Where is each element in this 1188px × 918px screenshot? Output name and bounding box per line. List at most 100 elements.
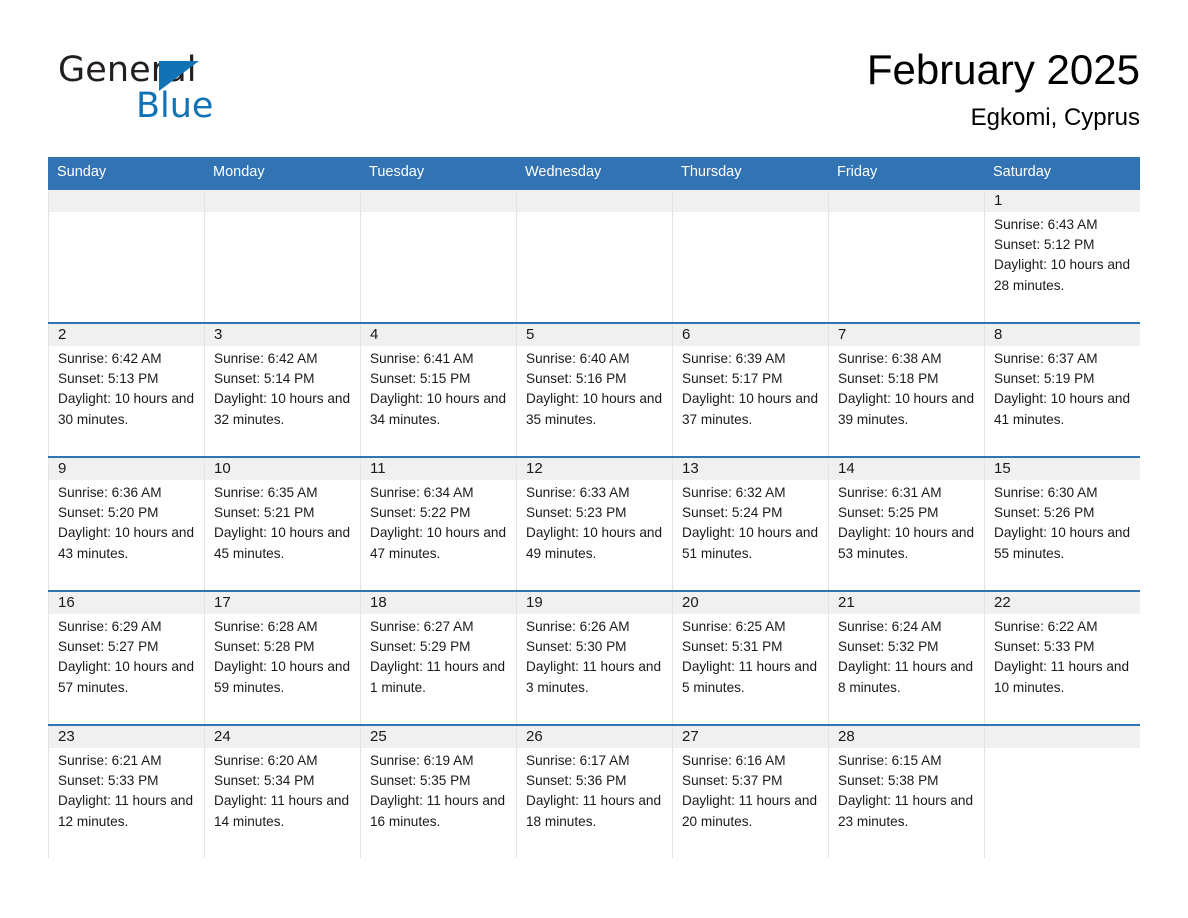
sunset-text: Sunset: 5:22 PM [370,505,471,521]
day-cell-empty [204,190,360,322]
day-details: Sunrise: 6:39 AM Sunset: 5:17 PM Daylight:… [682,349,820,430]
sunset-text: Sunset: 5:15 PM [370,371,471,387]
day-details: Sunrise: 6:25 AM Sunset: 5:31 PM Daylight:… [682,617,820,698]
sunset-text: Sunset: 5:36 PM [526,773,627,789]
daylight-text: Daylight: 11 hours and 16 minutes. [370,793,506,829]
sunrise-text: Sunrise: 6:42 AM [58,351,162,366]
daylight-text: Daylight: 10 hours and 43 minutes. [58,525,195,561]
day-details: Sunrise: 6:16 AM Sunset: 5:37 PM Daylight:… [682,751,820,832]
day-details: Sunrise: 6:22 AM Sunset: 5:33 PM Daylight:… [994,617,1132,698]
calendar-week-row: 16 Sunrise: 6:29 AM Sunset: 5:27 PM Dayligh… [48,590,1140,724]
day-number: 26 [526,728,543,745]
sunset-text: Sunset: 5:34 PM [214,773,315,789]
daylight-text: Daylight: 10 hours and 28 minutes. [994,257,1131,293]
day-cell[interactable]: 14 Sunrise: 6:31 AM Sunset: 5:25 PM Dayligh… [828,458,984,590]
day-number [58,190,196,212]
sunset-text: Sunset: 5:21 PM [214,505,315,521]
day-details: Sunrise: 6:38 AM Sunset: 5:18 PM Daylight:… [838,349,976,430]
day-cell[interactable]: 2 Sunrise: 6:42 AM Sunset: 5:13 PM Daylight… [48,324,204,456]
day-cell[interactable]: 3 Sunrise: 6:42 AM Sunset: 5:14 PM Daylight… [204,324,360,456]
day-cell[interactable]: 8 Sunrise: 6:37 AM Sunset: 5:19 PM Daylight… [984,324,1140,456]
day-cell-empty [828,190,984,322]
daylight-text: Daylight: 11 hours and 18 minutes. [526,793,662,829]
sunset-text: Sunset: 5:18 PM [838,371,939,387]
sunset-text: Sunset: 5:25 PM [838,505,939,521]
sunrise-text: Sunrise: 6:43 AM [994,217,1098,232]
day-cell[interactable]: 21 Sunrise: 6:24 AM Sunset: 5:32 PM Dayligh… [828,592,984,724]
day-cell[interactable]: 15 Sunrise: 6:30 AM Sunset: 5:26 PM Dayligh… [984,458,1140,590]
day-number: 22 [994,594,1011,611]
day-number [994,726,1132,748]
sunset-text: Sunset: 5:30 PM [526,639,627,655]
weekday-header-sunday: Sunday [57,164,107,180]
day-details: Sunrise: 6:41 AM Sunset: 5:15 PM Daylight:… [370,349,508,430]
daylight-text: Daylight: 10 hours and 41 minutes. [994,391,1131,427]
daylight-text: Daylight: 10 hours and 47 minutes. [370,525,507,561]
day-number: 3 [214,326,223,343]
day-cell[interactable]: 6 Sunrise: 6:39 AM Sunset: 5:17 PM Daylight… [672,324,828,456]
daylight-text: Daylight: 10 hours and 37 minutes. [682,391,819,427]
sunrise-text: Sunrise: 6:17 AM [526,753,630,768]
day-cell[interactable]: 25 Sunrise: 6:19 AM Sunset: 5:35 PM Dayligh… [360,726,516,858]
weekday-header-friday: Friday [837,164,878,180]
day-details: Sunrise: 6:42 AM Sunset: 5:13 PM Daylight:… [58,349,196,430]
sunrise-text: Sunrise: 6:32 AM [682,485,786,500]
sunrise-text: Sunrise: 6:21 AM [58,753,162,768]
day-number: 19 [526,594,543,611]
sunrise-text: Sunrise: 6:29 AM [58,619,162,634]
day-cell[interactable]: 1 Sunrise: 6:43 AM Sunset: 5:12 PM Daylight… [984,190,1140,322]
sunset-text: Sunset: 5:33 PM [58,773,159,789]
daylight-text: Daylight: 10 hours and 49 minutes. [526,525,663,561]
daylight-text: Daylight: 10 hours and 51 minutes. [682,525,819,561]
day-cell[interactable]: 10 Sunrise: 6:35 AM Sunset: 5:21 PM Dayligh… [204,458,360,590]
day-cell[interactable]: 28 Sunrise: 6:15 AM Sunset: 5:38 PM Dayligh… [828,726,984,858]
day-details: Sunrise: 6:17 AM Sunset: 5:36 PM Daylight:… [526,751,664,832]
day-number [838,190,976,212]
daylight-text: Daylight: 10 hours and 55 minutes. [994,525,1131,561]
daylight-text: Daylight: 10 hours and 57 minutes. [58,659,195,695]
day-number: 20 [682,594,699,611]
day-number: 28 [838,728,855,745]
day-number: 21 [838,594,855,611]
sunset-text: Sunset: 5:37 PM [682,773,783,789]
day-number: 10 [214,460,231,477]
sunset-text: Sunset: 5:38 PM [838,773,939,789]
daylight-text: Daylight: 10 hours and 53 minutes. [838,525,975,561]
day-number: 6 [682,326,691,343]
day-cell[interactable]: 7 Sunrise: 6:38 AM Sunset: 5:18 PM Daylight… [828,324,984,456]
page-title: February 2025 [866,46,1140,93]
day-cell[interactable]: 22 Sunrise: 6:22 AM Sunset: 5:33 PM Dayligh… [984,592,1140,724]
sunset-text: Sunset: 5:31 PM [682,639,783,655]
day-details: Sunrise: 6:24 AM Sunset: 5:32 PM Daylight:… [838,617,976,698]
day-cell[interactable]: 11 Sunrise: 6:34 AM Sunset: 5:22 PM Dayligh… [360,458,516,590]
daylight-text: Daylight: 10 hours and 35 minutes. [526,391,663,427]
day-cell[interactable]: 17 Sunrise: 6:28 AM Sunset: 5:28 PM Dayligh… [204,592,360,724]
daylight-text: Daylight: 11 hours and 23 minutes. [838,793,974,829]
day-cell[interactable]: 9 Sunrise: 6:36 AM Sunset: 5:20 PM Daylight… [48,458,204,590]
day-cell[interactable]: 13 Sunrise: 6:32 AM Sunset: 5:24 PM Dayligh… [672,458,828,590]
day-number: 18 [370,594,387,611]
day-cell[interactable]: 19 Sunrise: 6:26 AM Sunset: 5:30 PM Dayligh… [516,592,672,724]
sunset-text: Sunset: 5:26 PM [994,505,1095,521]
day-cell[interactable]: 26 Sunrise: 6:17 AM Sunset: 5:36 PM Dayligh… [516,726,672,858]
day-cell[interactable]: 4 Sunrise: 6:41 AM Sunset: 5:15 PM Daylight… [360,324,516,456]
day-cell[interactable]: 18 Sunrise: 6:27 AM Sunset: 5:29 PM Dayligh… [360,592,516,724]
sunrise-text: Sunrise: 6:38 AM [838,351,942,366]
day-cell[interactable]: 24 Sunrise: 6:20 AM Sunset: 5:34 PM Dayligh… [204,726,360,858]
day-details: Sunrise: 6:28 AM Sunset: 5:28 PM Daylight:… [214,617,352,698]
day-number: 2 [58,326,67,343]
day-cell[interactable]: 23 Sunrise: 6:21 AM Sunset: 5:33 PM Dayligh… [48,726,204,858]
sunrise-text: Sunrise: 6:24 AM [838,619,942,634]
page-header: General Blue February 2025 Egkomi, Cypru… [48,44,1140,144]
day-cell[interactable]: 20 Sunrise: 6:25 AM Sunset: 5:31 PM Dayligh… [672,592,828,724]
sunset-text: Sunset: 5:28 PM [214,639,315,655]
day-cell[interactable]: 12 Sunrise: 6:33 AM Sunset: 5:23 PM Dayligh… [516,458,672,590]
weekday-header-row: Sunday Monday Tuesday Wednesday Thursday… [48,157,1140,188]
day-cell[interactable]: 16 Sunrise: 6:29 AM Sunset: 5:27 PM Dayligh… [48,592,204,724]
day-details: Sunrise: 6:27 AM Sunset: 5:29 PM Daylight:… [370,617,508,698]
day-cell[interactable]: 5 Sunrise: 6:40 AM Sunset: 5:16 PM Daylight… [516,324,672,456]
day-cell[interactable]: 27 Sunrise: 6:16 AM Sunset: 5:37 PM Dayligh… [672,726,828,858]
sunrise-text: Sunrise: 6:19 AM [370,753,474,768]
day-number: 15 [994,460,1011,477]
day-details: Sunrise: 6:35 AM Sunset: 5:21 PM Daylight:… [214,483,352,564]
